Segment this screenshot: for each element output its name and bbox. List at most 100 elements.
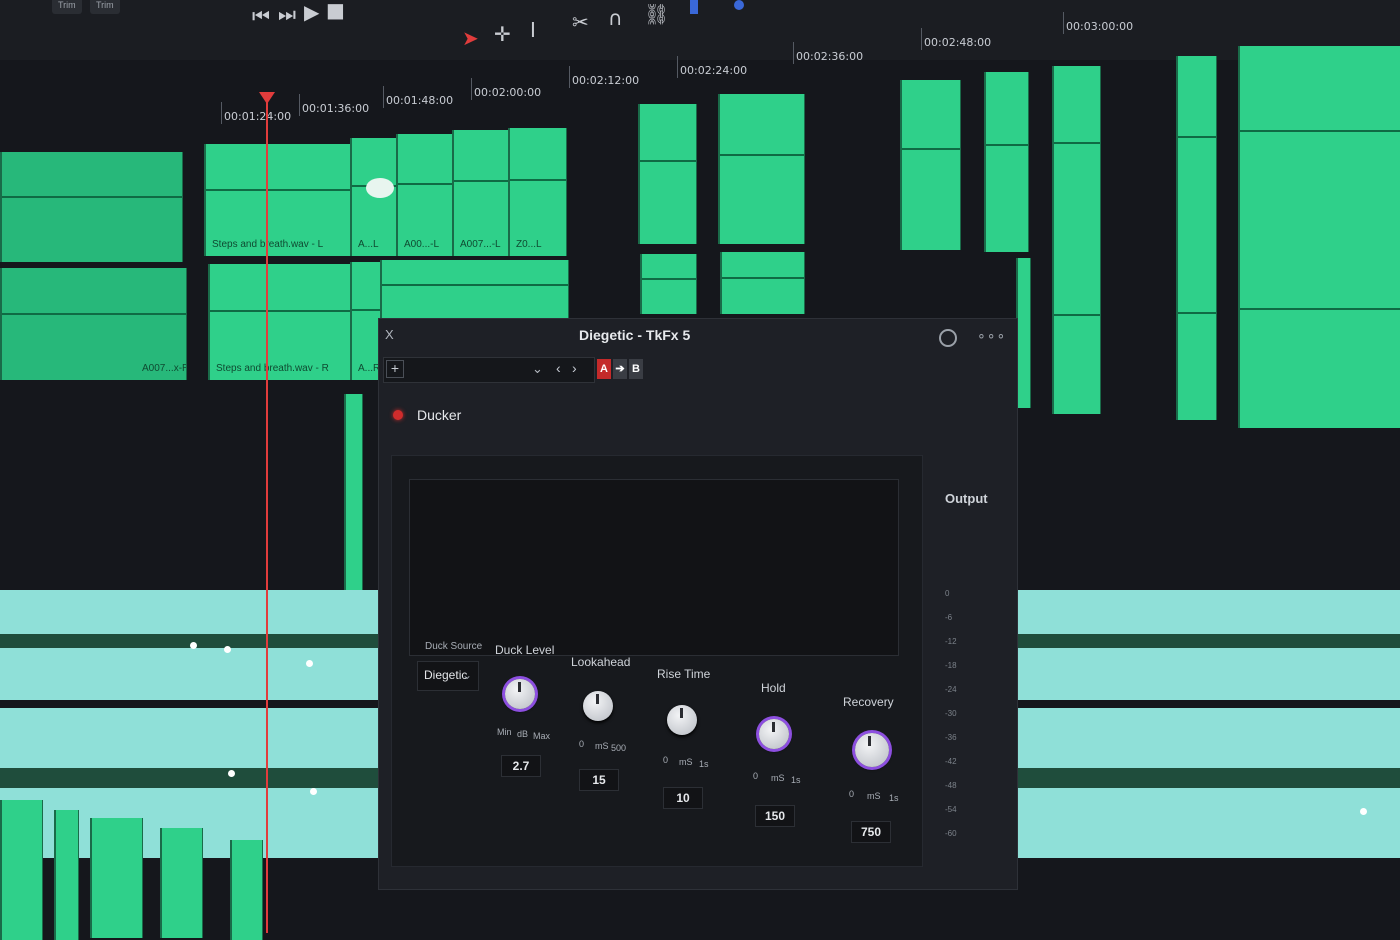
meter-scale-label: -18 bbox=[945, 661, 957, 670]
clip-label: A007...x-R bbox=[142, 363, 187, 374]
close-icon[interactable]: X bbox=[385, 327, 394, 342]
duck-level-value[interactable]: 2.7 bbox=[501, 755, 541, 777]
audio-clip[interactable]: Z0...L bbox=[508, 128, 567, 256]
range-tool-icon[interactable]: ✛ bbox=[494, 24, 511, 44]
clip-label: A...L bbox=[358, 239, 379, 250]
clip-label: A007...-L bbox=[460, 239, 501, 250]
clip-label: A...R bbox=[358, 363, 381, 374]
audio-clip[interactable] bbox=[160, 828, 203, 938]
timecode-label: 00:03:00:00 bbox=[1062, 12, 1134, 34]
audio-clip[interactable] bbox=[718, 94, 805, 244]
audio-clip[interactable] bbox=[230, 840, 263, 940]
chevron-down-icon: ⌄ bbox=[461, 668, 472, 682]
knob-scale-min: 0 bbox=[753, 771, 759, 781]
knob-scale-min: 0 bbox=[849, 789, 855, 799]
meter-scale-label: -12 bbox=[945, 637, 957, 646]
mode-tab[interactable]: Trim bbox=[52, 0, 82, 14]
hold-knob[interactable] bbox=[759, 719, 789, 749]
knob-scale-min: Min bbox=[497, 727, 512, 737]
b-compare-button[interactable]: B bbox=[629, 359, 643, 379]
audio-clip[interactable] bbox=[0, 152, 183, 262]
trim-tab[interactable]: Trim bbox=[90, 0, 120, 14]
audio-clip[interactable] bbox=[720, 252, 805, 314]
audio-clip[interactable]: A...L bbox=[350, 138, 399, 256]
knob-scale-unit: mS bbox=[771, 773, 785, 783]
audio-clip[interactable]: Steps and breath.wav - R bbox=[208, 264, 353, 380]
reset-icon[interactable] bbox=[939, 329, 957, 347]
previous-preset-icon[interactable]: ‹ bbox=[556, 360, 561, 376]
clip-label: A00...-L bbox=[404, 239, 440, 250]
audio-clip[interactable] bbox=[380, 260, 569, 320]
audio-clip[interactable]: A00...-L bbox=[396, 134, 455, 256]
blade-tool-icon[interactable]: ✂ bbox=[572, 12, 589, 32]
audio-clip[interactable] bbox=[984, 72, 1029, 252]
a-compare-button[interactable]: A bbox=[597, 359, 611, 379]
rise-time-knob[interactable] bbox=[667, 705, 697, 735]
meter-scale-label: 0 bbox=[945, 589, 950, 598]
knob-scale-max: 1s bbox=[699, 759, 709, 769]
timecode-label: 00:01:48:00 bbox=[382, 86, 454, 108]
audio-clip[interactable] bbox=[1176, 240, 1217, 420]
audio-clip[interactable]: A007...-L bbox=[452, 130, 511, 256]
recovery-label: Recovery bbox=[843, 695, 894, 709]
playhead-handle[interactable] bbox=[259, 92, 275, 104]
recovery-value[interactable]: 750 bbox=[851, 821, 891, 843]
audio-clip[interactable] bbox=[1176, 56, 1217, 256]
meter-scale-label: -54 bbox=[945, 805, 957, 814]
duck-source-value: Diegetic bbox=[424, 668, 468, 682]
audio-clip[interactable] bbox=[90, 818, 143, 938]
audio-clip[interactable] bbox=[1238, 228, 1400, 428]
audio-clip[interactable] bbox=[1016, 258, 1031, 408]
audio-clip[interactable] bbox=[1052, 248, 1101, 414]
lookahead-knob[interactable] bbox=[583, 691, 613, 721]
lookahead-value[interactable]: 15 bbox=[579, 769, 619, 791]
select-tool-icon[interactable]: ➤ bbox=[462, 28, 479, 48]
chevron-down-icon[interactable]: ⌄ bbox=[532, 361, 543, 377]
play-icon[interactable]: ▶ bbox=[304, 2, 319, 22]
audio-clip[interactable] bbox=[640, 254, 697, 314]
hold-label: Hold bbox=[761, 681, 786, 695]
audio-clip[interactable] bbox=[54, 810, 79, 940]
gain-reduction-display bbox=[409, 479, 899, 656]
knob-scale-min: 0 bbox=[579, 739, 585, 749]
add-preset-icon[interactable]: + bbox=[386, 360, 404, 378]
recovery-knob[interactable] bbox=[855, 733, 889, 767]
output-meter: 0 -6 -12 -18 -24 -30 -36 -42 -48 -54 -60 bbox=[945, 589, 959, 849]
next-preset-icon[interactable]: › bbox=[572, 360, 577, 376]
plugin-title: Diegetic - TkFx 5 bbox=[579, 327, 691, 343]
rise-time-label: Rise Time bbox=[657, 667, 711, 681]
audio-clip[interactable] bbox=[638, 104, 697, 244]
audio-clip[interactable] bbox=[1052, 66, 1101, 256]
clip-label: Z0...L bbox=[516, 239, 542, 250]
snapping-icon[interactable]: ∩ bbox=[608, 8, 623, 28]
timecode-label: 00:01:24:00 bbox=[220, 102, 292, 124]
knob-scale-min: 0 bbox=[663, 755, 669, 765]
link-icon[interactable]: ⛓ bbox=[644, 4, 669, 24]
meter-scale-label: -6 bbox=[945, 613, 953, 622]
duck-source-select[interactable]: Diegetic ⌄ bbox=[417, 661, 479, 691]
audio-clip[interactable] bbox=[0, 800, 43, 940]
duck-level-knob[interactable] bbox=[505, 679, 535, 709]
duck-source-label: Duck Source bbox=[425, 641, 483, 652]
timecode-label: 00:02:36:00 bbox=[792, 42, 864, 64]
preset-selector[interactable]: + ⌄ ‹ › bbox=[383, 357, 595, 383]
meter-scale-label: -24 bbox=[945, 685, 957, 694]
copy-ab-button[interactable]: ➔ bbox=[613, 359, 627, 379]
stop-icon[interactable]: ■ bbox=[326, 0, 345, 20]
audio-clip[interactable] bbox=[900, 80, 961, 250]
audio-clip[interactable]: Steps and breath.wav - L bbox=[204, 144, 353, 256]
trim-tool-icon[interactable]: I bbox=[530, 20, 536, 40]
knob-scale-unit: mS bbox=[867, 791, 881, 801]
rewind-icon[interactable]: ⏮ bbox=[252, 6, 270, 26]
audio-clip[interactable] bbox=[1238, 46, 1400, 256]
hold-value[interactable]: 150 bbox=[755, 805, 795, 827]
fast-forward-icon[interactable]: ⏭ bbox=[278, 4, 296, 24]
audio-clip[interactable]: A007...x-R bbox=[0, 268, 187, 380]
lookahead-label: Lookahead bbox=[571, 655, 631, 669]
marker-icon[interactable] bbox=[734, 0, 744, 10]
flag-icon[interactable] bbox=[690, 0, 698, 14]
effect-enable-toggle[interactable] bbox=[393, 410, 403, 420]
more-options-icon[interactable]: ∘∘∘ bbox=[977, 327, 1006, 344]
playhead[interactable] bbox=[266, 94, 268, 933]
rise-time-value[interactable]: 10 bbox=[663, 787, 703, 809]
